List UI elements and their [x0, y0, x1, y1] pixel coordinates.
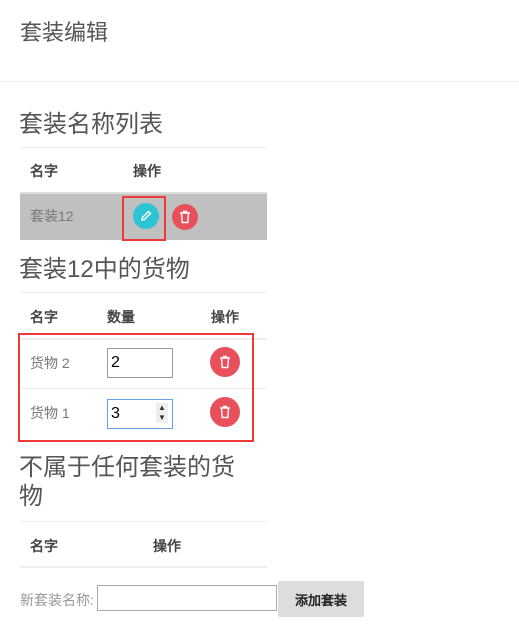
delete-suite-button[interactable]: [172, 204, 198, 230]
unassigned-heading-line1: 不属于任何套装的货: [19, 454, 235, 481]
column-header-quantity: 数量: [107, 309, 135, 325]
annotation-box: [18, 333, 254, 442]
new-suite-name-input[interactable]: [97, 585, 277, 611]
suites-heading: 套装名称列表: [19, 111, 163, 138]
goods-heading: 套装12中的货物: [19, 256, 190, 283]
column-header-action: 操作: [133, 163, 161, 179]
column-header-action: 操作: [153, 538, 181, 554]
page-title: 套装编辑: [20, 20, 109, 45]
divider: [0, 81, 519, 82]
column-header-name: 名字: [30, 538, 58, 554]
column-header-name: 名字: [30, 163, 58, 179]
annotation-box: [122, 196, 166, 241]
trash-icon: [180, 210, 190, 224]
unassigned-heading-line2: 物: [19, 483, 43, 510]
column-header-action: 操作: [211, 309, 239, 325]
new-suite-label: 新套装名称:: [20, 592, 94, 608]
add-suite-button[interactable]: 添加套装: [278, 581, 364, 617]
suite-name: 套装12: [30, 208, 74, 224]
column-header-name: 名字: [30, 309, 58, 325]
